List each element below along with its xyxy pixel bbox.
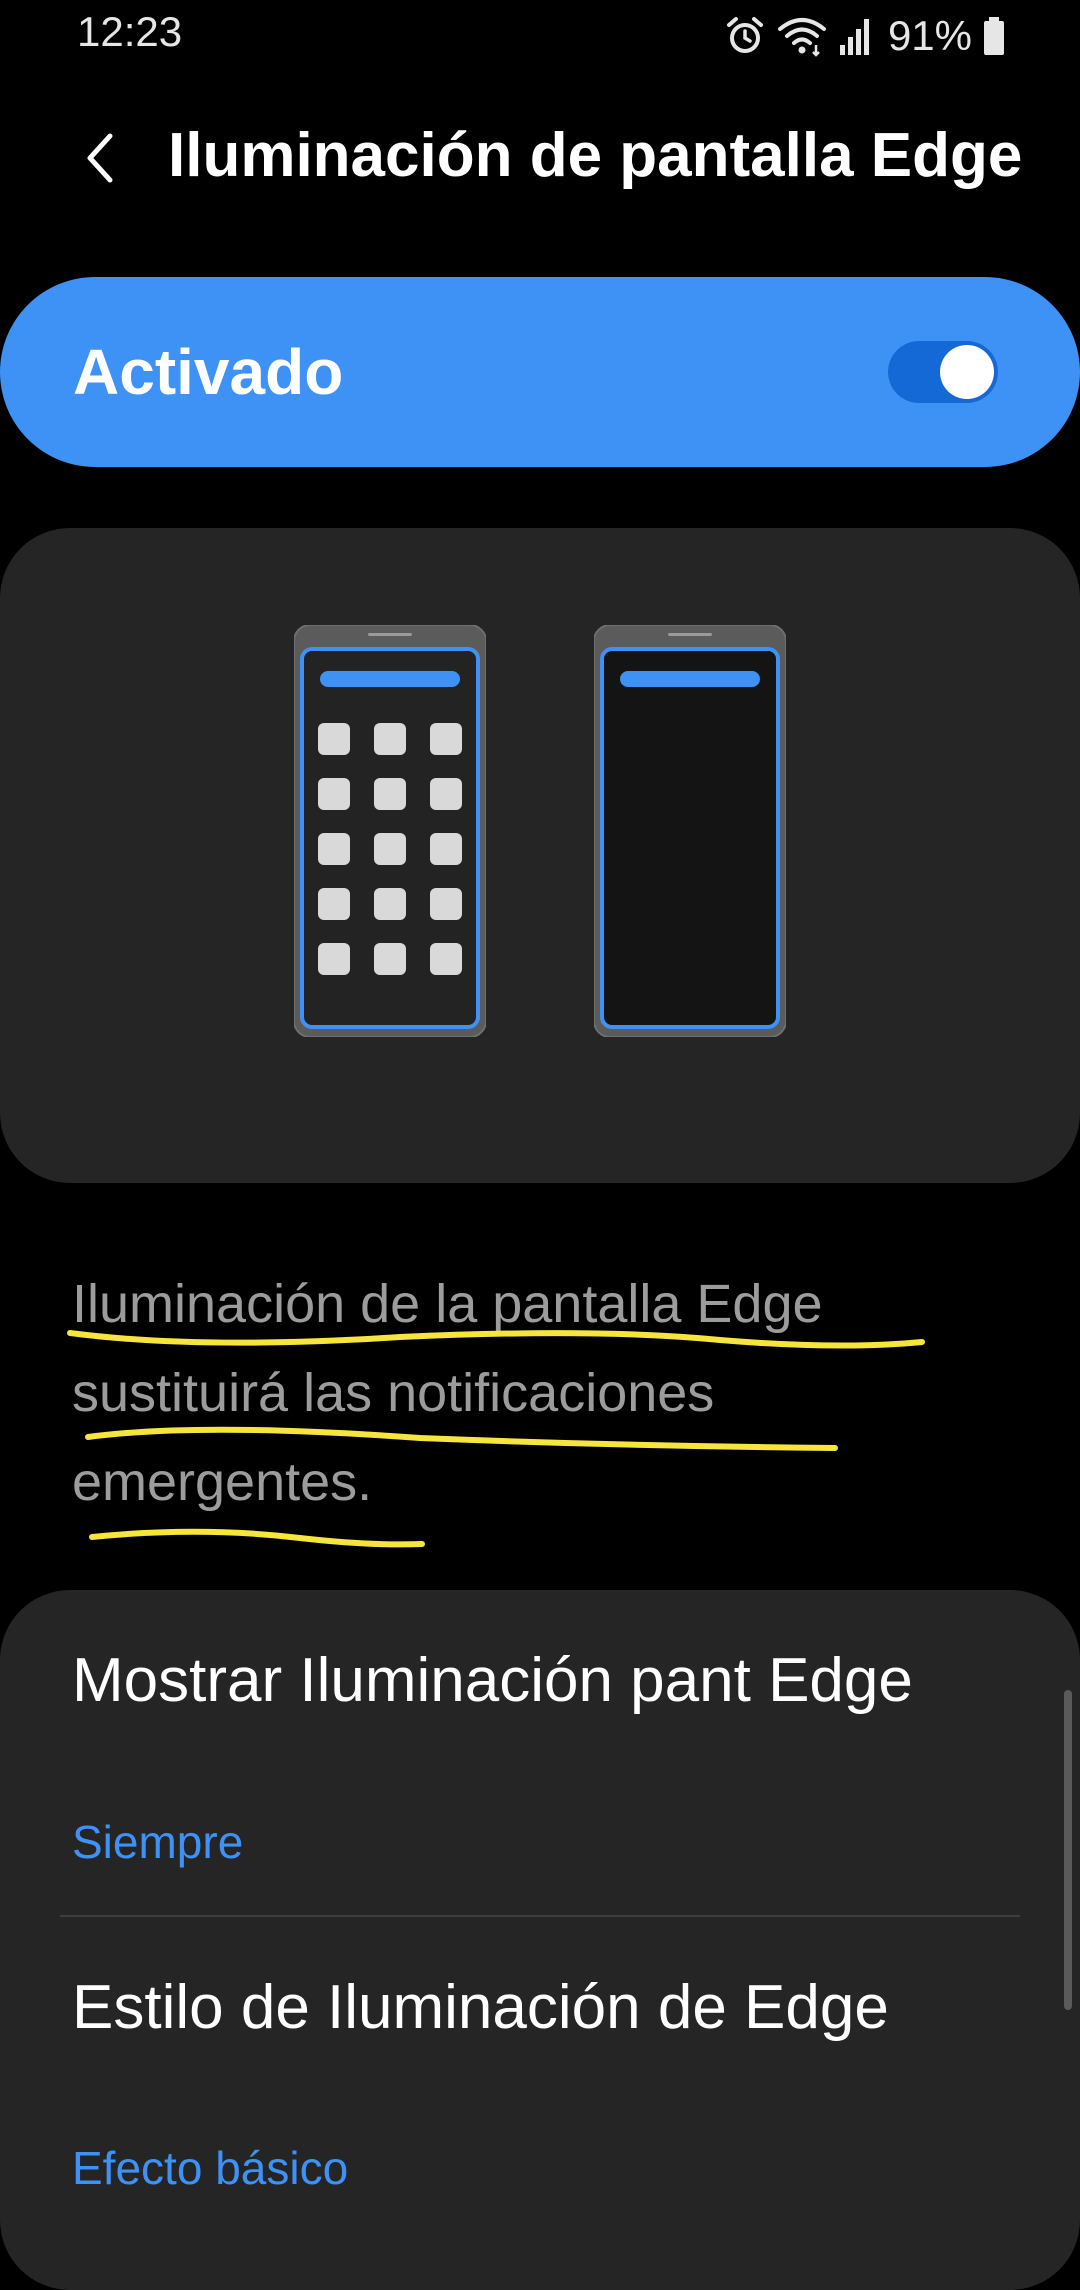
preview-card: [0, 528, 1080, 1183]
phone-blank-icon: [594, 625, 786, 1037]
app-bar: Iluminación de pantalla Edge: [0, 100, 1080, 220]
page-title: Iluminación de pantalla Edge: [168, 121, 1023, 190]
status-bar: 12:23 91%: [0, 0, 1080, 76]
battery-icon: [984, 17, 1004, 55]
alarm-icon: [726, 17, 763, 53]
signal-icon: [839, 19, 869, 55]
scrollbar[interactable]: [1064, 1690, 1072, 2010]
master-switch-label: Activado: [73, 336, 344, 408]
status-icons: 91%: [724, 10, 1006, 62]
setting-value: Efecto básico: [72, 2142, 349, 2194]
setting-show-edge-lighting[interactable]: Mostrar Iluminación pant Edge Siempre: [0, 1590, 1080, 1915]
setting-title: Estilo de Iluminación de Edge: [72, 1973, 889, 2042]
setting-edge-lighting-style[interactable]: Estilo de Iluminación de Edge Efecto bás…: [0, 1917, 1080, 2217]
phone-with-apps-icon: [294, 625, 486, 1037]
battery-percentage: 91%: [887, 12, 972, 59]
status-time: 12:23: [77, 8, 183, 55]
wifi-icon: [777, 18, 826, 57]
master-toggle[interactable]: [888, 341, 998, 403]
setting-title: Mostrar Iluminación pant Edge: [72, 1646, 913, 1715]
toggle-knob: [940, 345, 994, 399]
back-button[interactable]: [60, 118, 140, 198]
settings-list: Mostrar Iluminación pant Edge Siempre Es…: [0, 1590, 1080, 2290]
setting-value: Siempre: [72, 1816, 244, 1868]
master-switch-bar[interactable]: Activado: [0, 277, 1080, 467]
chevron-left-icon: [87, 133, 113, 183]
description-text: Iluminación de la pantalla Edge sustitui…: [72, 1274, 823, 1512]
